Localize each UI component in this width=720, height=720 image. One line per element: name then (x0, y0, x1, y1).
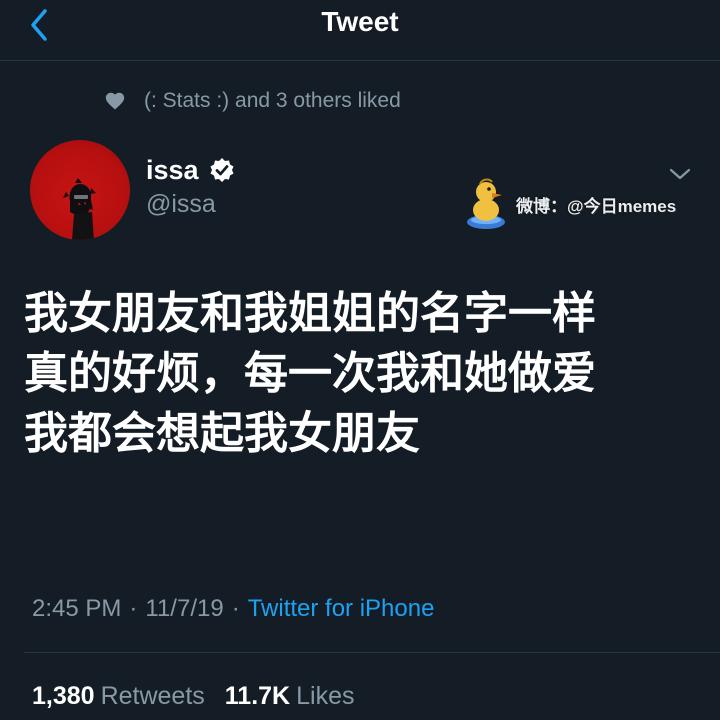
social-context-text: (: Stats :) and 3 others liked (144, 89, 401, 112)
avatar-figure (63, 178, 96, 240)
tweet-metadata: 2:45 PM · 11/7/19 · Twitter for iPhone (32, 594, 434, 624)
verified-badge-icon (209, 157, 235, 183)
display-name[interactable]: issa (146, 155, 199, 186)
duck-logo-icon (467, 178, 505, 229)
meta-separator: · (231, 595, 240, 622)
watermark-text: 微博：@今日memes (516, 196, 677, 216)
meta-separator: · (129, 595, 138, 622)
likes-label[interactable]: Likes (296, 682, 354, 711)
tweet-body: 我女朋友和我姐姐的名字一样 真的好烦，每一次我和她做爱 我都会想起我女朋友 (24, 289, 596, 458)
retweets-label[interactable]: Retweets (101, 682, 205, 711)
author-name-row[interactable]: issa (146, 152, 235, 188)
social-context[interactable]: (: Stats :) and 3 others liked (104, 86, 401, 116)
top-navigation-bar: Tweet (0, 0, 720, 61)
tweet-date: 11/7/19 (145, 595, 224, 622)
tweet-time: 2:45 PM (32, 595, 122, 622)
likes-count[interactable]: 11.7K (225, 682, 290, 711)
author-handle[interactable]: @issa (146, 190, 216, 219)
engagement-stats: 1,380 Retweets 11.7K Likes (32, 680, 375, 712)
divider (24, 652, 720, 653)
avatar[interactable] (30, 140, 130, 240)
heart-icon (104, 90, 126, 112)
page-title: Tweet (321, 6, 399, 37)
watermark: 微博：@今日memes (462, 176, 676, 232)
retweets-count[interactable]: 1,380 (32, 682, 95, 711)
tweet-client-link[interactable]: Twitter for iPhone (248, 595, 435, 623)
